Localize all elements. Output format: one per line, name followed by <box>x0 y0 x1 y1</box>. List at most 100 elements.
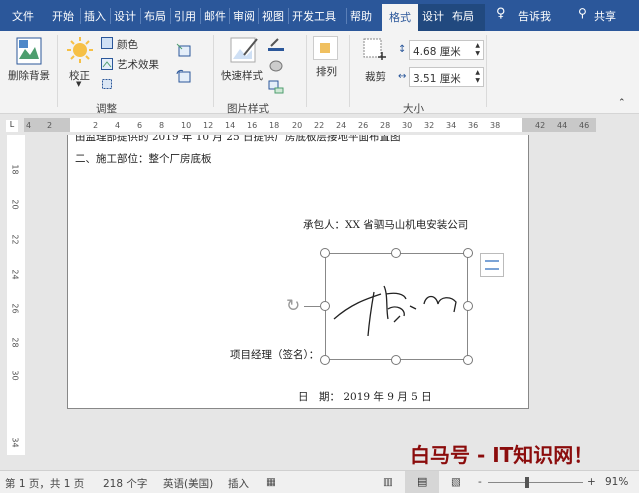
tab-separator <box>258 8 259 24</box>
tab-8[interactable]: 开发工具 <box>292 8 336 24</box>
ruler-tick-label: 38 <box>490 121 501 130</box>
ruler-tick-label: 30 <box>10 370 20 381</box>
tab-format[interactable]: 格式 <box>382 4 418 32</box>
transparency-icon[interactable] <box>101 78 113 90</box>
ruler-tick-label: 26 <box>358 121 369 130</box>
ruler-tick-label: 34 <box>10 437 20 448</box>
tab-7[interactable]: 视图 <box>262 8 284 24</box>
crop-button[interactable]: 裁剪 <box>365 69 386 84</box>
ruler-tick-label: 4 <box>115 121 121 130</box>
color-button[interactable]: 颜色 <box>117 37 138 52</box>
ruler-tick-label: 2 <box>93 121 99 130</box>
tab-5[interactable]: 邮件 <box>204 8 226 24</box>
tab-separator <box>200 8 201 24</box>
ruler-tick-label: 32 <box>424 121 435 130</box>
page-count[interactable]: 第 1 页，共 1 页 <box>5 476 84 491</box>
resize-handle-l[interactable] <box>320 301 330 311</box>
collapse-ribbon-icon[interactable]: ⌃ <box>618 98 626 108</box>
ruler-tick-label: 16 <box>247 121 258 130</box>
remove-background-button[interactable]: 删除背景 <box>8 68 50 83</box>
zoom-in-button[interactable]: + <box>587 476 596 488</box>
date-line: 日 期： 2019 年 9 月 5 日 <box>298 391 432 403</box>
insert-mode[interactable]: 插入 <box>228 476 249 491</box>
print-layout-button[interactable]: ▤ <box>405 471 439 493</box>
tab-2[interactable]: 设计 <box>114 8 136 24</box>
ruler-tick-label: 8 <box>159 121 165 130</box>
watermark: 白马号 - IT知识网！ <box>410 443 594 467</box>
word-count[interactable]: 218 个字 <box>103 476 147 491</box>
ruler-tick-label: 36 <box>468 121 479 130</box>
resize-handle-b[interactable] <box>391 355 401 365</box>
contractor-line: 承包人：XX 省驷马山机电安装公司 <box>303 219 469 231</box>
doc-line-2: 二、施工部位：整个厂房底板 <box>75 153 212 165</box>
tab-separator <box>80 8 81 24</box>
lightbulb-icon[interactable]: ♀ <box>496 6 506 21</box>
manager-signature-label: 项目经理（签名）： <box>230 349 320 361</box>
reset-picture-icon[interactable] <box>176 69 192 83</box>
tab-separator <box>229 8 230 24</box>
person-icon: ⚲ <box>578 6 587 20</box>
compress-pictures-icon[interactable] <box>176 43 192 57</box>
picture-layout-icon[interactable] <box>268 80 284 94</box>
rotate-connector <box>304 306 320 307</box>
arrange-button[interactable]: 排列 <box>316 64 337 79</box>
ruler-tick-label: 46 <box>579 121 590 130</box>
arrange-icon <box>313 36 338 60</box>
picture-effects-icon[interactable] <box>268 59 284 73</box>
resize-handle-t[interactable] <box>391 248 401 258</box>
artistic-effects-icon <box>101 58 113 70</box>
height-input[interactable]: 4.68 厘米 ▲ ▼ <box>409 40 484 60</box>
tab-table-design[interactable]: 设计 <box>422 8 444 24</box>
rotate-handle-icon[interactable]: ↻ <box>286 296 300 316</box>
read-mode-icon[interactable]: ▥ <box>383 476 393 488</box>
tab-file[interactable]: 文件 <box>12 8 34 24</box>
ruler-tick-label: 2 <box>47 121 53 130</box>
share-button[interactable]: 共享 <box>594 8 616 24</box>
ruler-tick-label: 18 <box>269 121 280 130</box>
artistic-effects-button[interactable]: 艺术效果 <box>117 57 159 72</box>
ribbon-tab-bar: 文件 开始 插入 设计 布局 引用 邮件 审阅 视图 开发工具 帮助 格式 设计 布局 ♀ 告诉我… <box>0 0 639 32</box>
ruler-tick-label: 26 <box>10 303 20 314</box>
tab-6[interactable]: 审阅 <box>233 8 255 24</box>
quick-styles-button[interactable]: 快速样式 <box>221 68 263 83</box>
document-page[interactable]: 由监理部提供的 2019 年 10 月 25 日提供厂房底板层接地平面布置图 二… <box>67 135 529 409</box>
ruler-tick-label: 42 <box>535 121 546 130</box>
zoom-slider[interactable] <box>488 482 583 483</box>
tab-selector-icon[interactable]: L <box>6 120 18 132</box>
tab-3[interactable]: 布局 <box>144 8 166 24</box>
resize-handle-br[interactable] <box>463 355 473 365</box>
vertical-ruler[interactable] <box>7 135 25 455</box>
ruler-tick-label: 24 <box>336 121 347 130</box>
ruler-tick-label: 18 <box>10 164 20 175</box>
width-input[interactable]: 3.51 厘米 ▲ ▼ <box>409 67 484 87</box>
zoom-out-button[interactable]: - <box>478 476 482 488</box>
picture-border-icon[interactable] <box>268 37 284 51</box>
quick-styles-icon <box>230 37 258 63</box>
resize-handle-r[interactable] <box>463 301 473 311</box>
tab-0[interactable]: 开始 <box>52 8 74 24</box>
zoom-slider-thumb[interactable] <box>525 477 529 488</box>
tell-me-button[interactable]: 告诉我 <box>518 8 551 24</box>
tab-separator <box>140 8 141 24</box>
ruler-tick-label: 44 <box>557 121 568 130</box>
chevron-down-icon[interactable]: ▼ <box>76 80 81 88</box>
resize-handle-bl[interactable] <box>320 355 330 365</box>
tab-4[interactable]: 引用 <box>174 8 196 24</box>
signature-image[interactable] <box>325 253 468 360</box>
layout-options-icon[interactable] <box>480 253 504 277</box>
color-icon <box>101 37 113 49</box>
tab-separator <box>170 8 171 24</box>
tab-1[interactable]: 插入 <box>84 8 106 24</box>
resize-handle-tr[interactable] <box>463 248 473 258</box>
handwritten-signature <box>333 285 457 337</box>
macro-icon[interactable]: ▦ <box>266 476 276 488</box>
ruler-tick-label: 4 <box>26 121 32 130</box>
resize-handle-tl[interactable] <box>320 248 330 258</box>
tab-table-layout[interactable]: 布局 <box>452 8 474 24</box>
zoom-level[interactable]: 91% <box>605 476 628 488</box>
ruler-tick-label: 28 <box>10 337 20 348</box>
tab-9[interactable]: 帮助 <box>350 8 372 24</box>
ruler-tick-label: 22 <box>10 234 20 245</box>
language[interactable]: 英语(美国) <box>163 476 213 491</box>
web-layout-icon[interactable]: ▧ <box>451 476 461 488</box>
